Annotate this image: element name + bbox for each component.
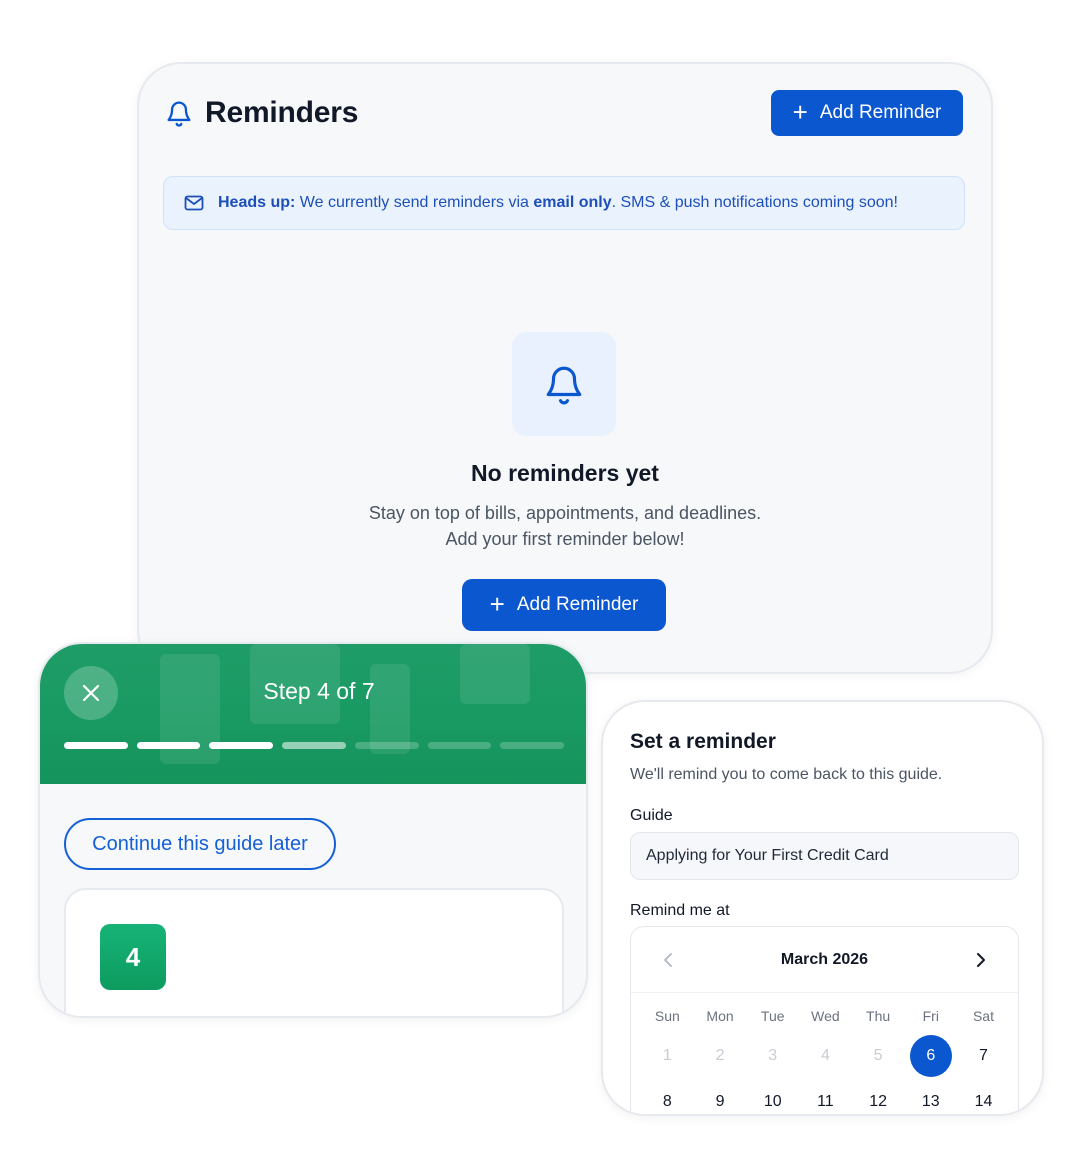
calendar-day[interactable]: 9 (694, 1079, 747, 1114)
guide-field[interactable]: Applying for Your First Credit Card (630, 832, 1019, 880)
plus-icon: + (792, 97, 808, 127)
weekday-label: Sun (654, 1008, 680, 1024)
calendar-day-selected[interactable]: 6 (904, 1033, 957, 1079)
bell-icon (167, 101, 191, 127)
weekday-row: Sun Mon Tue Wed Thu Fri Sat (641, 999, 1010, 1033)
empty-state-line: Add your first reminder below! (445, 529, 685, 549)
step-indicator: Step 4 of 7 (263, 678, 375, 704)
notice-label: Heads up: (218, 194, 296, 211)
guide-step-panel: Step 4 of 7 Continue this guide later 4 (38, 642, 588, 1018)
calendar-day[interactable]: 7 (957, 1033, 1010, 1079)
selected-day-label: 6 (909, 1035, 952, 1077)
add-reminder-button[interactable]: + Add Reminder (771, 90, 963, 136)
calendar-day-disabled: 4 (820, 1047, 830, 1064)
set-reminder-title: Set a reminder (630, 730, 776, 753)
weekday-label: Mon (706, 1008, 734, 1024)
calendar-day-disabled: 2 (715, 1047, 725, 1064)
progress-segment (354, 742, 419, 749)
mail-icon (184, 195, 204, 211)
calendar-day[interactable]: 8 (641, 1079, 694, 1114)
calendar-day[interactable]: 10 (746, 1079, 799, 1114)
calendar-month: March 2026 (780, 950, 869, 968)
empty-state-title: No reminders yet (471, 460, 659, 486)
calendar-day[interactable]: 12 (852, 1079, 905, 1114)
continue-later-button[interactable]: Continue this guide later (64, 818, 336, 870)
weekday-label: Thu (866, 1008, 891, 1024)
set-reminder-subtitle: We'll remind you to come back to this gu… (630, 766, 943, 783)
add-reminder-label: Add Reminder (819, 102, 942, 123)
progress-segment (209, 742, 274, 749)
step-content-card: 4 (64, 888, 564, 1016)
progress-segment (282, 742, 346, 749)
guide-header: Step 4 of 7 (40, 644, 586, 784)
progress-segment (136, 742, 201, 749)
calendar-day[interactable]: 11 (799, 1079, 852, 1114)
calendar-day-disabled: 1 (662, 1047, 672, 1064)
calendar-week: 1 2 3 4 5 6 7 (641, 1033, 1010, 1079)
empty-state-line: Stay on top of bills, appointments, and … (368, 503, 762, 523)
progress-segment (427, 742, 492, 749)
add-reminder-label: Add Reminder (516, 594, 639, 615)
reminders-header: Reminders + Add Reminder (165, 90, 963, 136)
weekday-label: Sat (972, 1008, 994, 1024)
step-number-badge: 4 (100, 924, 166, 990)
next-month-button[interactable] (966, 945, 996, 975)
remind-at-label: Remind me at (630, 902, 730, 919)
calendar-week: 8 9 10 11 12 13 14 (641, 1079, 1010, 1114)
calendar-day[interactable]: 14 (957, 1079, 1010, 1114)
weekday-label: Wed (811, 1008, 840, 1024)
calendar-header: March 2026 (631, 927, 1018, 993)
notice-text-before: We currently send reminders via (295, 194, 534, 211)
empty-state-description: Stay on top of bills, appointments, and … (139, 500, 991, 552)
previous-month-button[interactable] (653, 945, 683, 975)
notice-text-after: . SMS & push notifications coming soon! (611, 194, 898, 211)
reminders-panel: Reminders + Add Reminder Heads up: We cu… (137, 62, 993, 674)
page-title: Reminders (205, 96, 359, 129)
progress-segment (64, 742, 128, 749)
calendar-grid: Sun Mon Tue Wed Thu Fri Sat 1 2 3 4 5 6 … (641, 999, 1010, 1114)
guide-field-label: Guide (630, 807, 673, 824)
plus-icon: + (489, 589, 505, 619)
notice-text: Heads up: We currently send reminders vi… (218, 194, 898, 212)
bell-icon (546, 366, 582, 405)
date-picker-calendar: March 2026 Sun Mon Tue Wed Thu Fri Sat 1… (630, 926, 1019, 1114)
weekday-label: Fri (922, 1008, 939, 1024)
progress-segment (500, 742, 565, 749)
chevron-left-icon (664, 953, 672, 967)
step-progress-bar (64, 742, 565, 750)
notice-emphasis: email only (533, 194, 612, 211)
email-only-notice: Heads up: We currently send reminders vi… (163, 176, 965, 230)
calendar-day-disabled: 3 (768, 1047, 778, 1064)
add-first-reminder-button[interactable]: + Add Reminder (462, 579, 666, 631)
calendar-day-disabled: 5 (873, 1047, 883, 1064)
empty-state-icon-box (512, 332, 616, 436)
chevron-right-icon (977, 953, 985, 967)
set-reminder-panel: Set a reminder We'll remind you to come … (601, 700, 1044, 1116)
weekday-label: Tue (760, 1008, 785, 1024)
calendar-day[interactable]: 13 (904, 1079, 957, 1114)
